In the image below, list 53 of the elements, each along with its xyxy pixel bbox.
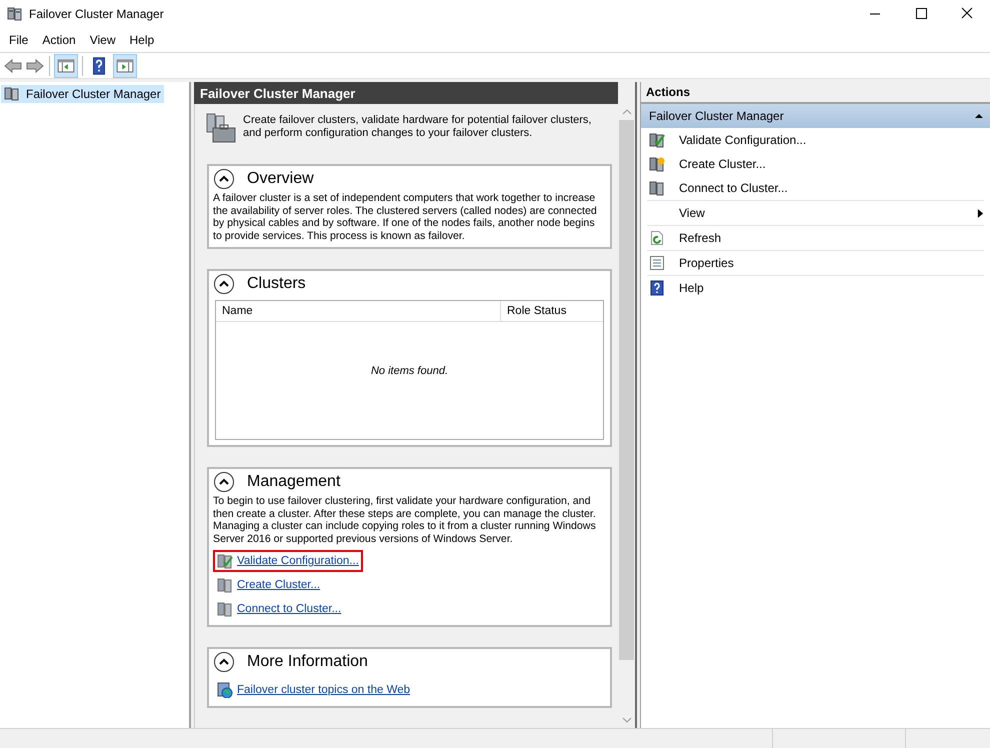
empty-message: No items found.: [370, 364, 448, 376]
link[interactable]: Connect to Cluster...: [237, 603, 342, 615]
action-group-header[interactable]: Failover Cluster Manager: [641, 104, 990, 128]
scroll-thumb[interactable]: [619, 120, 634, 660]
window-title: Failover Cluster Manager: [29, 7, 164, 21]
group-title: Failover Cluster Manager: [649, 109, 784, 123]
link[interactable]: Failover cluster topics on the Web: [237, 684, 410, 696]
column-header[interactable]: Role Status: [501, 301, 603, 321]
action-pane-toggle-icon[interactable]: [113, 54, 137, 78]
server-icon: [649, 180, 665, 196]
collapse-icon[interactable]: [213, 168, 235, 190]
server-icon: [217, 553, 233, 569]
collapse-triangle-icon[interactable]: [974, 111, 984, 121]
menu-item[interactable]: Help: [122, 33, 162, 47]
section-title: Overview: [247, 170, 314, 188]
command-item[interactable]: Refresh: [647, 225, 984, 250]
command-item[interactable]: View: [647, 200, 984, 225]
command-item[interactable]: Help: [647, 275, 984, 300]
command-item[interactable]: Properties: [647, 250, 984, 275]
help-icon: [649, 280, 665, 296]
menu-item[interactable]: View: [82, 33, 122, 47]
collapse-icon[interactable]: [213, 471, 235, 493]
command-item[interactable]: Validate Configuration...: [647, 128, 984, 152]
server-icon: [217, 577, 233, 593]
globe-icon: [217, 682, 233, 698]
section-title: More Information: [247, 653, 368, 671]
pane-header: Failover Cluster Manager: [194, 82, 618, 104]
actions-header: Actions: [641, 82, 990, 104]
collapse-icon[interactable]: [213, 651, 235, 673]
server-icon: [649, 156, 665, 172]
tree-pane-toggle-icon[interactable]: [54, 54, 78, 78]
command-item[interactable]: Connect to Cluster...: [647, 176, 984, 200]
menu-item[interactable]: Action: [35, 33, 83, 47]
section-title: Management: [247, 473, 340, 491]
link[interactable]: Create Cluster...: [237, 579, 320, 591]
section-text: A failover cluster is a set of independent computers that work together to increase the availability of server roles. The clustered servers (called nodes) are connected by physical cables and by software. If one of the nodes fails, another node begins to provide services. This process is known as failover.: [213, 192, 598, 242]
server-icon: [649, 132, 665, 148]
menu-item[interactable]: File: [2, 33, 36, 47]
server-icon: [217, 601, 233, 617]
submenu-arrow-icon: [977, 208, 984, 218]
intro-text: Create failover clusters, validate hardware for potential failover clusters, and perform configuration changes to your failover clusters.: [243, 113, 592, 140]
server-icon: [7, 6, 23, 22]
server-icon: [4, 86, 20, 102]
link[interactable]: Validate Configuration...: [237, 555, 359, 567]
section-text: To begin to use failover clustering, first validate your hardware configuration, and then create a cluster. After these steps are complete, you can manage the cluster. Managing a cluster can include copying roles to it from a cluster running Windows Server 2016 or supported previous versions of Windows Server.: [213, 495, 597, 545]
properties-icon: [649, 255, 665, 271]
tree-item[interactable]: Failover Cluster Manager: [1, 85, 164, 103]
column-header[interactable]: Name: [216, 301, 501, 321]
refresh-icon: [649, 230, 665, 246]
collapse-icon[interactable]: [213, 273, 235, 295]
section-title: Clusters: [247, 275, 306, 293]
command-item[interactable]: Create Cluster...: [647, 152, 984, 176]
toolbox-icon: [205, 112, 237, 144]
